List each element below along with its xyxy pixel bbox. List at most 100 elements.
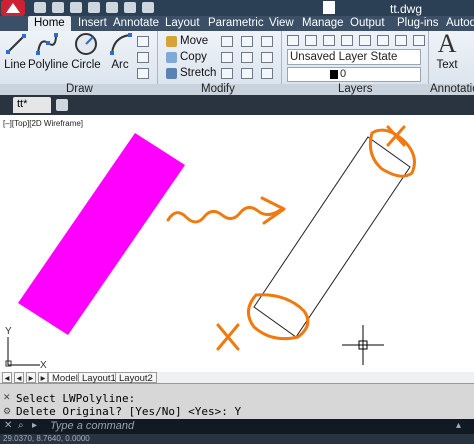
ucs-icon: Y X xyxy=(5,326,47,371)
redo-icon[interactable] xyxy=(142,2,154,13)
window-title: tt.dwg xyxy=(390,2,423,16)
copied-polyline-outline[interactable] xyxy=(253,136,411,338)
rotate-icon[interactable] xyxy=(221,36,233,47)
status-bar: 29.0370, 8.7640, 0.0000 xyxy=(0,434,474,444)
tab-output[interactable]: Output xyxy=(350,17,385,29)
fillet-icon[interactable] xyxy=(241,52,253,63)
application-menu-icon[interactable] xyxy=(1,0,25,16)
tab-layout2[interactable]: Layout2 xyxy=(115,372,157,384)
stretch-icon xyxy=(166,67,177,79)
command-prompt-icon: ▸ xyxy=(32,420,38,431)
layers-panel-title[interactable]: Layers xyxy=(338,83,373,95)
command-line-input[interactable]: ✕ ⌕ ▸ Type a command ▴ xyxy=(0,419,474,434)
move-icon xyxy=(166,35,177,47)
region-icon[interactable] xyxy=(137,68,149,79)
close-icon[interactable]: ✕ xyxy=(3,392,11,403)
array-icon[interactable] xyxy=(241,68,253,79)
layer-lock-icon[interactable] xyxy=(359,35,371,46)
file-tab-bar: tt* ✕ xyxy=(0,95,474,115)
command-history-line: Select LWPolyline: xyxy=(16,392,136,405)
scale-icon[interactable] xyxy=(221,68,233,79)
coordinate-readout: 29.0370, 8.7640, 0.0000 xyxy=(3,434,90,443)
layer-state-dropdown[interactable]: Unsaved Layer State xyxy=(287,49,421,65)
tab-model[interactable]: Model xyxy=(48,372,82,384)
nav-next-icon[interactable]: ▸ xyxy=(26,372,36,384)
hand-drawn-arrow xyxy=(166,206,284,224)
chevron-up-icon[interactable]: ▴ xyxy=(456,420,461,431)
move-tool-button[interactable]: Move xyxy=(166,35,208,47)
copy-tool-button[interactable]: Copy xyxy=(166,51,207,63)
line-icon xyxy=(3,31,29,57)
magenta-polyline-shape[interactable] xyxy=(18,133,185,335)
line-tool-button[interactable]: Line xyxy=(3,31,27,71)
open-file-icon[interactable] xyxy=(52,2,64,13)
modify-panel-title[interactable]: Modify xyxy=(201,83,235,95)
text-tool-button[interactable]: A Text xyxy=(434,29,460,72)
trim-icon[interactable] xyxy=(241,36,253,47)
current-layer-dropdown[interactable]: 0 xyxy=(287,67,421,82)
circle-icon xyxy=(73,31,99,57)
layer-off-icon[interactable] xyxy=(305,35,317,46)
new-file-icon[interactable] xyxy=(34,2,46,13)
ribbon-tab-bar: Home Insert Annotate Layout Parametric V… xyxy=(0,16,474,31)
close-icon[interactable]: ✕ xyxy=(4,420,12,431)
hatch-icon[interactable] xyxy=(137,52,149,63)
new-tab-icon[interactable] xyxy=(56,99,68,111)
hand-drawn-arrowhead xyxy=(260,196,286,225)
file-tab[interactable]: tt* ✕ xyxy=(13,97,62,113)
text-icon: A xyxy=(437,29,457,58)
offset-icon[interactable] xyxy=(261,68,273,79)
polyline-tool-button[interactable]: Polyline xyxy=(28,31,68,71)
tab-annotate[interactable]: Annotate xyxy=(113,17,159,29)
drawing-svg: Y X xyxy=(5,125,416,371)
layer-match-icon[interactable] xyxy=(377,35,389,46)
layer-isolate-icon[interactable] xyxy=(323,35,335,46)
command-history-line: Delete Original? [Yes/No] <Yes>: Y xyxy=(16,405,242,418)
undo-icon[interactable] xyxy=(124,2,136,13)
layer-properties-icon[interactable] xyxy=(287,35,299,46)
hand-drawn-x-bottom xyxy=(216,323,240,351)
tab-manage[interactable]: Manage xyxy=(302,17,344,29)
copy-icon xyxy=(166,51,177,63)
drawing-canvas[interactable]: [–][Top][2D Wireframe] Y X xyxy=(0,115,474,383)
annotation-panel-title[interactable]: Annotatio xyxy=(430,83,474,95)
hand-drawn-circle-top xyxy=(368,128,416,178)
tab-insert[interactable]: Insert xyxy=(78,17,107,29)
tab-view[interactable]: View xyxy=(269,17,294,29)
draw-panel-title[interactable]: Draw xyxy=(66,83,93,95)
tab-plug-ins[interactable]: Plug-ins xyxy=(397,17,439,29)
hand-drawn-x-top xyxy=(386,125,406,147)
save-icon[interactable] xyxy=(70,2,82,13)
mirror-icon[interactable] xyxy=(221,52,233,63)
polyline-icon xyxy=(34,31,60,57)
nav-prev-icon[interactable]: ◂ xyxy=(14,372,24,384)
stretch-tool-button[interactable]: Stretch xyxy=(166,67,216,79)
tab-autodesk[interactable]: Autod xyxy=(446,17,474,29)
layer-previous-icon[interactable] xyxy=(395,35,407,46)
svg-text:Y: Y xyxy=(5,326,12,337)
settings-icon[interactable]: ⚙ xyxy=(3,406,11,417)
search-icon[interactable]: ⌕ xyxy=(18,420,24,431)
layer-walk-icon[interactable] xyxy=(413,35,425,46)
arc-tool-button[interactable]: Arc xyxy=(108,31,132,71)
save-as-icon[interactable] xyxy=(88,2,100,13)
erase-icon[interactable] xyxy=(261,36,273,47)
layout-tab-bar: ◂ ◂ ▸ ▸ Model Layout1 Layout2 xyxy=(0,372,474,384)
layer-freeze-icon[interactable] xyxy=(341,35,353,46)
svg-text:X: X xyxy=(40,360,47,371)
tab-parametric[interactable]: Parametric xyxy=(208,17,264,29)
explode-icon[interactable] xyxy=(261,52,273,63)
color-swatch-icon xyxy=(323,1,335,14)
rectangle-icon[interactable] xyxy=(137,36,149,47)
nav-first-icon[interactable]: ◂ xyxy=(2,372,12,384)
layer-color-swatch xyxy=(330,70,338,79)
tab-layout[interactable]: Layout xyxy=(165,17,200,29)
crosshair-cursor xyxy=(342,325,384,365)
tab-home[interactable]: Home xyxy=(28,16,71,31)
arc-icon xyxy=(108,31,134,57)
title-bar: tt.dwg xyxy=(0,0,474,16)
tab-layout1[interactable]: Layout1 xyxy=(78,372,120,384)
circle-tool-button[interactable]: Circle xyxy=(71,31,101,71)
nav-last-icon[interactable]: ▸ xyxy=(38,372,48,384)
print-icon[interactable] xyxy=(106,2,118,13)
